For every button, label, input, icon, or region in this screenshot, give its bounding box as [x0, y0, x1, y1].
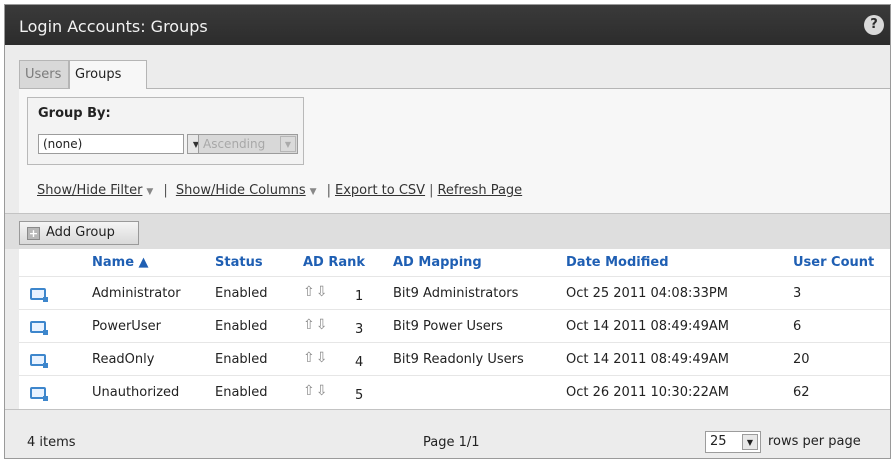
- column-header-date-modified[interactable]: Date Modified: [566, 255, 669, 270]
- group-name: PowerUser: [92, 319, 161, 334]
- date-modified-value: Oct 26 2011 10:30:22AM: [566, 385, 729, 400]
- chevron-down-icon[interactable]: ▼: [742, 434, 758, 450]
- arrow-up-icon[interactable]: ⇧: [303, 350, 316, 366]
- date-modified-value: Oct 25 2011 04:08:33PM: [566, 286, 728, 301]
- refresh-page-link[interactable]: Refresh Page: [437, 183, 522, 198]
- sort-order-value: Ascending: [203, 137, 266, 151]
- group-by-label: Group By:: [38, 106, 111, 121]
- link-separator: |: [163, 183, 168, 198]
- rank-controls: ⇧⇩: [303, 350, 328, 366]
- rank-controls: ⇧⇩: [303, 284, 328, 300]
- group-status: Enabled: [215, 286, 268, 301]
- group-status: Enabled: [215, 352, 268, 367]
- link-bar: Show/Hide Filter ▼ | Show/Hide Columns ▼ | Ex…: [37, 183, 522, 198]
- ad-rank-value: 5: [355, 388, 364, 403]
- groups-panel: Login Accounts: Groups ? Users Groups Gr…: [4, 4, 891, 459]
- date-modified-value: Oct 14 2011 08:49:49AM: [566, 319, 729, 334]
- add-group-label: Add Group: [46, 225, 115, 240]
- group-icon[interactable]: [30, 387, 48, 401]
- column-header-name[interactable]: Name ▲: [92, 255, 149, 270]
- item-count: 4 items: [27, 435, 76, 450]
- group-name: Unauthorized: [92, 385, 180, 400]
- chevron-down-icon[interactable]: ▼: [310, 187, 317, 197]
- group-by-box: Group By: (none) ▼ Ascending ▼: [27, 97, 304, 165]
- group-by-select[interactable]: (none) ▼: [38, 134, 205, 154]
- tab-users[interactable]: Users: [19, 60, 69, 88]
- help-icon[interactable]: ?: [864, 15, 884, 35]
- ad-rank-value: 4: [355, 355, 364, 370]
- tab-body: Group By: (none) ▼ Ascending ▼ Show/Hide…: [19, 88, 890, 213]
- arrow-down-icon[interactable]: ⇩: [316, 350, 329, 366]
- chevron-down-icon[interactable]: ▼: [146, 187, 153, 197]
- export-csv-link[interactable]: Export to CSV: [335, 183, 425, 198]
- title-bar: Login Accounts: Groups ?: [5, 5, 890, 45]
- ad-rank-value: 1: [355, 289, 364, 304]
- arrow-up-icon[interactable]: ⇧: [303, 284, 316, 300]
- table-row[interactable]: ReadOnly Enabled ⇧⇩ 4 Bit9 Readonly User…: [19, 342, 890, 375]
- group-status: Enabled: [215, 319, 268, 334]
- toolbar: + Add Group: [5, 213, 890, 249]
- link-separator: |: [429, 183, 434, 198]
- column-header-user-count[interactable]: User Count: [793, 255, 874, 270]
- plus-icon: +: [27, 227, 40, 240]
- user-count-value: 6: [793, 319, 802, 334]
- rows-per-page-label: rows per page: [768, 434, 861, 449]
- sort-order-select: Ascending ▼: [198, 134, 298, 154]
- arrow-up-icon[interactable]: ⇧: [303, 383, 316, 399]
- rows-per-page-value: 25: [710, 434, 727, 449]
- arrow-down-icon[interactable]: ⇩: [316, 284, 329, 300]
- arrow-down-icon[interactable]: ⇩: [316, 317, 329, 333]
- column-header-ad-rank[interactable]: AD Rank: [303, 255, 365, 270]
- groups-table: Name ▲ Status AD Rank AD Mapping Date Mo…: [19, 249, 890, 409]
- chevron-down-icon: ▼: [280, 136, 296, 152]
- page-indicator: Page 1/1: [423, 435, 480, 450]
- group-status: Enabled: [215, 385, 268, 400]
- pager-footer: 4 items Page 1/1 25 ▼ rows per page: [5, 409, 890, 458]
- user-count-value: 20: [793, 352, 810, 367]
- ad-mapping-value: Bit9 Administrators: [393, 286, 519, 301]
- add-group-button[interactable]: + Add Group: [19, 221, 139, 245]
- page-title: Login Accounts: Groups: [19, 17, 208, 36]
- show-hide-columns-link[interactable]: Show/Hide Columns: [176, 183, 306, 198]
- rank-controls: ⇧⇩: [303, 317, 328, 333]
- group-by-value: (none): [43, 137, 83, 151]
- ad-mapping-value: Bit9 Power Users: [393, 319, 503, 334]
- column-header-ad-mapping[interactable]: AD Mapping: [393, 255, 482, 270]
- ad-rank-value: 3: [355, 322, 364, 337]
- user-count-value: 3: [793, 286, 802, 301]
- group-icon[interactable]: [30, 354, 48, 368]
- ad-mapping-value: Bit9 Readonly Users: [393, 352, 524, 367]
- tab-groups[interactable]: Groups: [69, 60, 147, 89]
- show-hide-filter-link[interactable]: Show/Hide Filter: [37, 183, 142, 198]
- group-name: ReadOnly: [92, 352, 155, 367]
- table-row[interactable]: Unauthorized Enabled ⇧⇩ 5 Oct 26 2011 10…: [19, 375, 890, 408]
- user-count-value: 62: [793, 385, 810, 400]
- group-icon[interactable]: [30, 321, 48, 335]
- group-icon[interactable]: [30, 288, 48, 302]
- column-header-status[interactable]: Status: [215, 255, 263, 270]
- rank-controls: ⇧⇩: [303, 383, 328, 399]
- group-name: Administrator: [92, 286, 181, 301]
- arrow-up-icon[interactable]: ⇧: [303, 317, 316, 333]
- table-row[interactable]: PowerUser Enabled ⇧⇩ 3 Bit9 Power Users …: [19, 309, 890, 342]
- table-row[interactable]: Administrator Enabled ⇧⇩ 1 Bit9 Administ…: [19, 276, 890, 309]
- rows-per-page-select[interactable]: 25 ▼: [705, 431, 761, 453]
- link-separator: |: [326, 183, 331, 198]
- date-modified-value: Oct 14 2011 08:49:49AM: [566, 352, 729, 367]
- arrow-down-icon[interactable]: ⇩: [316, 383, 329, 399]
